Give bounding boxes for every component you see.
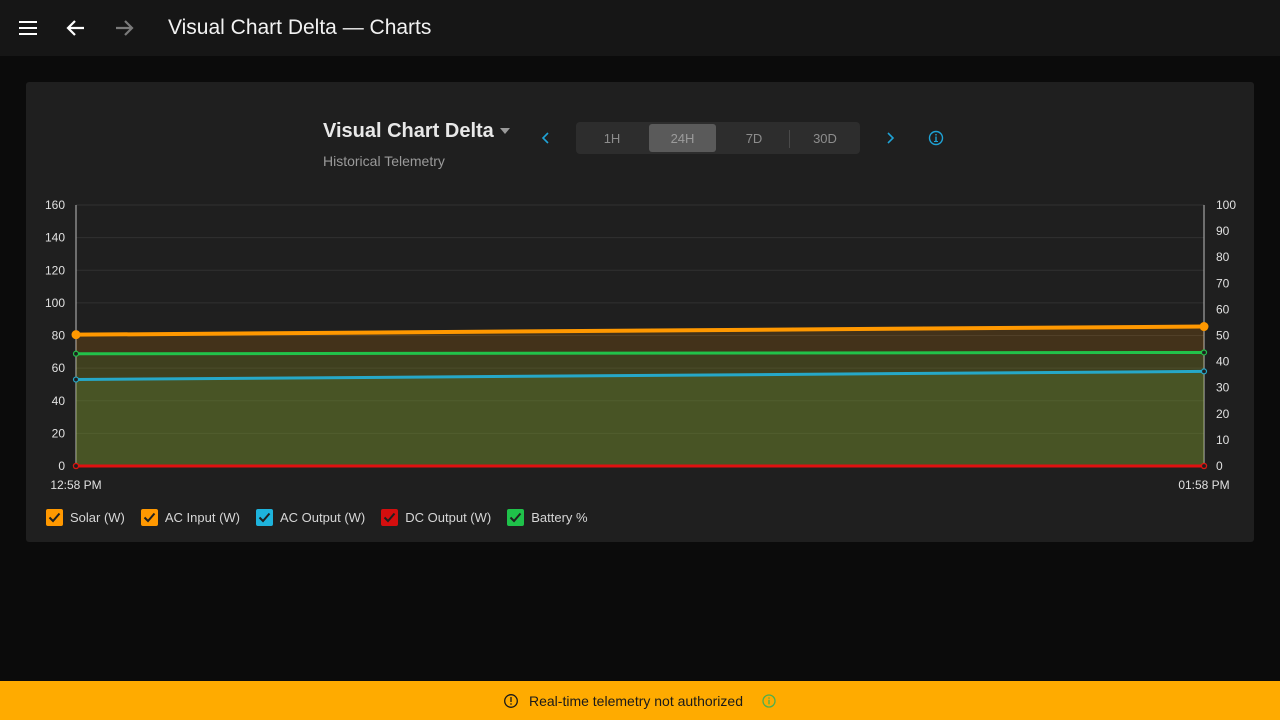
x-tick-label: 01:58 PM: [1178, 478, 1229, 492]
legend-label: Battery %: [531, 509, 588, 525]
legend-label: AC Input (W): [164, 509, 241, 525]
y-right-tick-label: 90: [1216, 224, 1230, 238]
warning-banner: Real-time telemetry not authorized: [0, 681, 1280, 720]
series-area: [76, 371, 1204, 466]
legend-item-dc-output[interactable]: DC Output (W): [381, 508, 492, 526]
warning-icon: [504, 693, 518, 708]
y-right-tick-label: 60: [1216, 302, 1230, 316]
chevron-left-icon: [541, 132, 549, 144]
y-right-tick-label: 20: [1216, 407, 1230, 421]
legend-label: AC Output (W): [280, 509, 366, 525]
checkbox-checked-icon[interactable]: [256, 508, 274, 526]
previous-period-button[interactable]: [534, 126, 558, 150]
y-left-tick-label: 80: [52, 329, 66, 343]
y-left-tick-label: 160: [45, 198, 65, 212]
caret-down-icon[interactable]: [499, 126, 511, 136]
chart-subtitle: Historical Telemetry: [323, 153, 445, 169]
y-left-tick-label: 100: [45, 296, 65, 310]
checkbox-checked-icon[interactable]: [381, 508, 399, 526]
arrow-right-icon: [116, 20, 134, 36]
legend-item-battery[interactable]: Battery %: [507, 508, 588, 526]
checkbox-checked-icon[interactable]: [140, 508, 158, 526]
chart-legend: Solar (W) AC Input (W) AC Output (W) DC …: [46, 507, 604, 527]
banner-message: Real-time telemetry not authorized: [529, 692, 743, 709]
time-range-selector: 1H 24H 7D 30D: [576, 122, 860, 154]
forward-button[interactable]: [104, 8, 144, 48]
y-left-tick-label: 60: [52, 361, 66, 375]
range-1h-button[interactable]: 1H: [580, 124, 644, 152]
y-left-tick-label: 120: [45, 263, 65, 277]
page-title: Visual Chart Delta — Charts: [168, 16, 432, 39]
back-button[interactable]: [56, 8, 96, 48]
range-7d-button[interactable]: 7D: [721, 124, 787, 152]
y-left-tick-label: 0: [58, 459, 65, 473]
info-icon[interactable]: [927, 129, 945, 147]
info-icon[interactable]: [761, 693, 777, 709]
y-right-tick-label: 0: [1216, 459, 1223, 473]
legend-item-solar[interactable]: Solar (W): [46, 508, 125, 526]
series-line: [75, 350, 1205, 356]
data-point: [72, 462, 80, 470]
data-point: [1200, 368, 1208, 375]
legend-item-ac-input[interactable]: AC Input (W): [140, 508, 241, 526]
data-point: [1199, 322, 1209, 332]
top-app-bar: Visual Chart Delta — Charts: [0, 0, 1280, 56]
legend-label: Solar (W): [70, 509, 125, 525]
range-divider: [789, 130, 790, 148]
y-left-tick-label: 140: [45, 231, 65, 245]
y-right-tick-label: 10: [1216, 433, 1230, 447]
data-point: [71, 330, 81, 340]
y-left-tick-label: 40: [52, 394, 66, 408]
menu-icon: [19, 21, 37, 35]
range-30d-button[interactable]: 30D: [792, 124, 858, 152]
telemetry-chart: 0 20 40 60 80 100 120 140 160 0 10 20 30 40 50 60 70 80 90…: [45, 198, 1236, 492]
legend-label: DC Output (W): [405, 509, 492, 525]
arrow-left-icon: [66, 20, 84, 36]
y-left-tick-label: 20: [52, 426, 66, 440]
data-point: [72, 376, 80, 383]
y-right-tick-label: 70: [1216, 276, 1230, 290]
y-right-tick-label: 50: [1216, 329, 1230, 343]
next-period-button[interactable]: [878, 126, 902, 150]
y-right-tick-label: 100: [1216, 198, 1236, 212]
data-point: [1200, 462, 1208, 470]
y-right-tick-label: 80: [1216, 250, 1230, 264]
chart-title[interactable]: Visual Chart Delta: [323, 120, 494, 143]
menu-button[interactable]: [8, 8, 48, 48]
chevron-right-icon: [887, 132, 895, 144]
checkbox-checked-icon[interactable]: [46, 508, 63, 526]
checkbox-checked-icon[interactable]: [507, 508, 525, 526]
y-right-tick-label: 40: [1216, 355, 1230, 369]
data-point: [72, 350, 80, 357]
y-right-tick-label: 30: [1216, 381, 1230, 395]
data-point: [1200, 349, 1208, 356]
legend-item-ac-output[interactable]: AC Output (W): [256, 508, 366, 526]
x-tick-label: 12:58 PM: [50, 478, 101, 492]
range-24h-button[interactable]: 24H: [649, 124, 716, 152]
